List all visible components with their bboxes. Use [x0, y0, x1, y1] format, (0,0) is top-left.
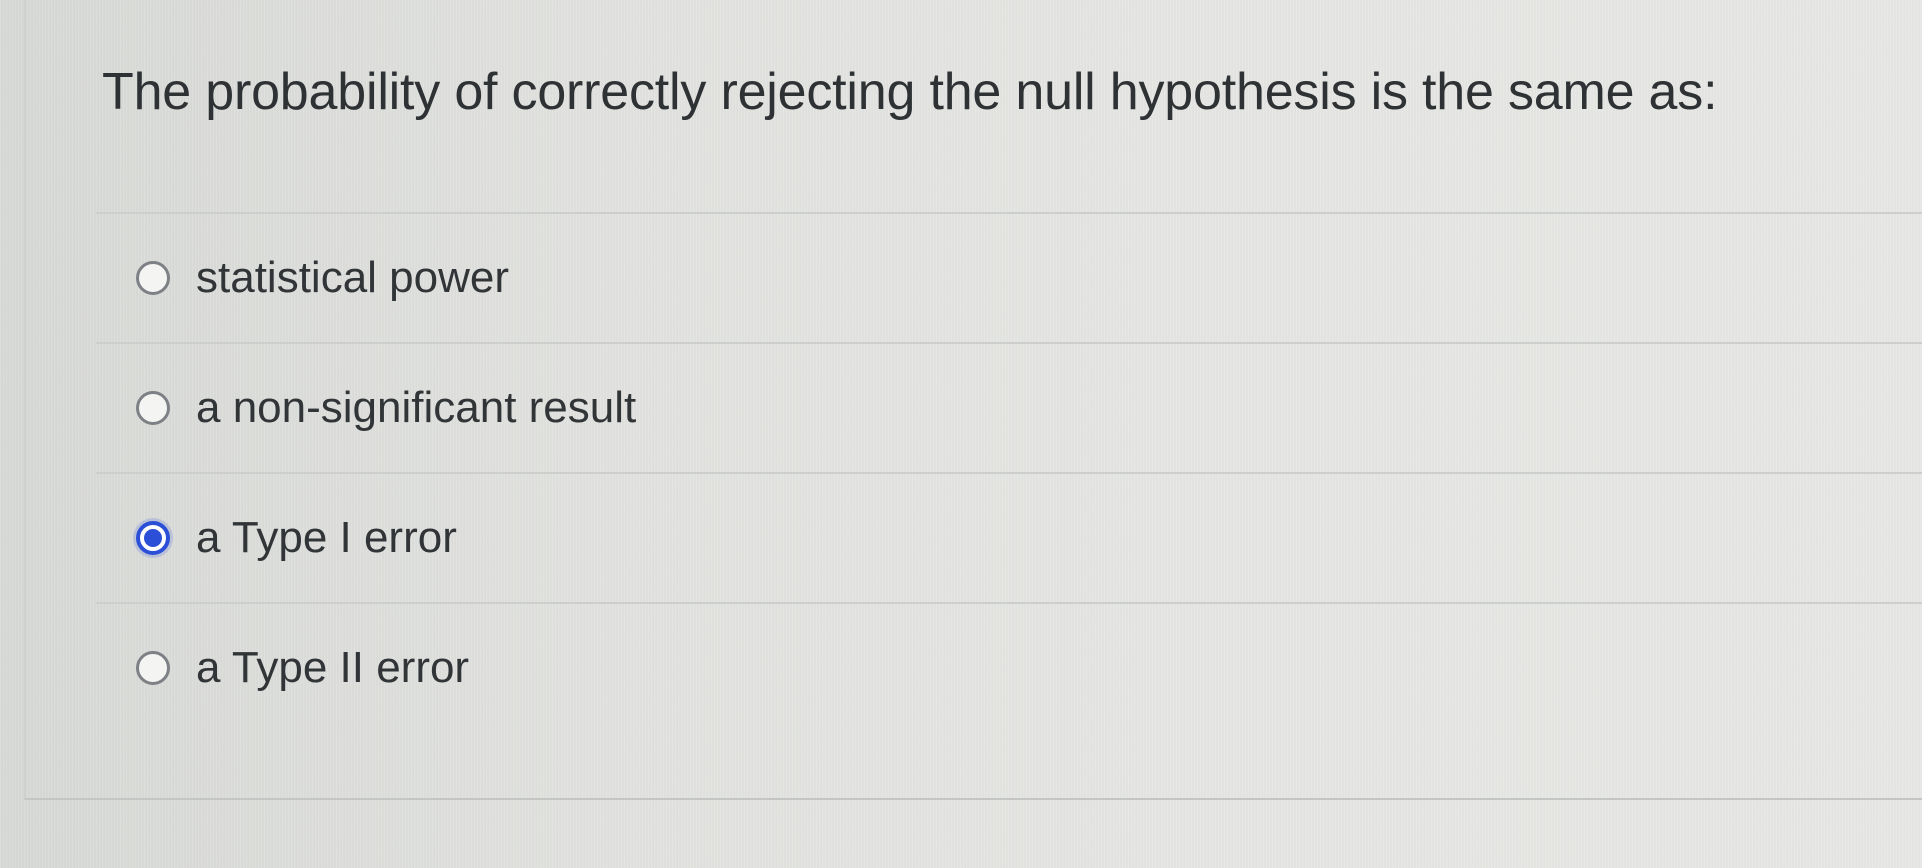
- radio-checked-icon[interactable]: [136, 521, 170, 555]
- question-panel: The probability of correctly rejecting t…: [24, 0, 1922, 800]
- option-label: a Type II error: [196, 643, 470, 692]
- option-label: a Type I error: [196, 513, 457, 562]
- question-text: The probability of correctly rejecting t…: [102, 63, 1718, 121]
- option-non-significant-result[interactable]: a non-significant result: [96, 344, 1922, 472]
- option-label: a non-significant result: [196, 383, 637, 432]
- radio-unchecked-icon[interactable]: [136, 651, 170, 685]
- option-type-i-error[interactable]: a Type I error: [96, 474, 1922, 602]
- option-type-ii-error[interactable]: a Type II error: [96, 604, 1922, 732]
- answer-options: statistical power a non-significant resu…: [96, 212, 1922, 732]
- radio-unchecked-icon[interactable]: [136, 391, 170, 425]
- option-label: statistical power: [196, 253, 510, 302]
- radio-unchecked-icon[interactable]: [136, 261, 170, 295]
- option-statistical-power[interactable]: statistical power: [96, 214, 1922, 342]
